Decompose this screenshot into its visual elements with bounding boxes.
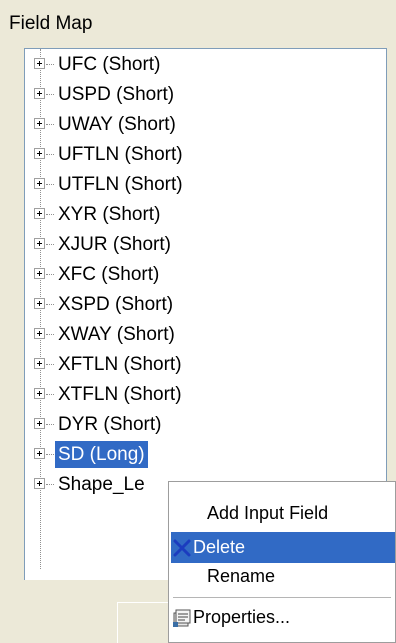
menu-separator <box>173 597 391 598</box>
tree-item-label[interactable]: XJUR (Short) <box>55 231 174 258</box>
menu-item-label: Add Input Field <box>207 503 329 523</box>
tree-item-label[interactable]: UFTLN (Short) <box>55 141 186 168</box>
tree-item-selected[interactable]: SD (Long) <box>25 441 386 471</box>
tree-item[interactable]: XFC (Short) <box>25 261 386 291</box>
menu-item-label: Delete <box>193 537 246 557</box>
tree-connector <box>46 184 54 185</box>
delete-icon <box>173 539 191 557</box>
expand-icon[interactable] <box>34 358 45 369</box>
tree-item-label[interactable]: SD (Long) <box>55 441 148 468</box>
expand-icon[interactable] <box>34 88 45 99</box>
tree-connector <box>46 154 54 155</box>
expand-icon[interactable] <box>34 268 45 279</box>
menu-item-rename[interactable]: Rename <box>171 561 395 592</box>
tree-item-label[interactable]: UTFLN (Short) <box>55 171 186 198</box>
tree-item-label[interactable]: DYR (Short) <box>55 411 164 438</box>
expand-icon[interactable] <box>34 58 45 69</box>
tree-item-label[interactable]: XFC (Short) <box>55 261 162 288</box>
expand-icon[interactable] <box>34 298 45 309</box>
tree-item[interactable]: XWAY (Short) <box>25 321 386 351</box>
tree-connector <box>46 274 54 275</box>
tree-connector <box>46 64 54 65</box>
menu-item-properties[interactable]: Properties... <box>171 602 395 633</box>
menu-item-label: Properties... <box>193 607 291 627</box>
properties-icon <box>173 609 191 627</box>
tree-item[interactable]: XTFLN (Short) <box>25 381 386 411</box>
tree-item[interactable]: UTFLN (Short) <box>25 171 386 201</box>
expand-icon[interactable] <box>34 478 45 489</box>
tree-item-label[interactable]: XSPD (Short) <box>55 291 176 318</box>
tree-connector <box>46 454 54 455</box>
expand-icon[interactable] <box>34 118 45 129</box>
tree-connector <box>46 244 54 245</box>
tree-connector <box>46 94 54 95</box>
tree-connector <box>46 484 54 485</box>
field-map-label: Field Map <box>9 13 93 34</box>
expand-icon[interactable] <box>34 328 45 339</box>
context-menu: Add Input Field Delete Rename Properties… <box>168 481 396 643</box>
tree-connector <box>46 214 54 215</box>
menu-item-delete[interactable]: Delete <box>171 532 395 563</box>
tree-item[interactable]: UWAY (Short) <box>25 111 386 141</box>
tree-item[interactable]: UFC (Short) <box>25 51 386 81</box>
tree-connector <box>46 424 54 425</box>
tree-item-label[interactable]: UFC (Short) <box>55 51 163 78</box>
expand-icon[interactable] <box>34 208 45 219</box>
expand-icon[interactable] <box>34 418 45 429</box>
expand-icon[interactable] <box>34 448 45 459</box>
tree-connector <box>46 124 54 125</box>
tree-item-label[interactable]: USPD (Short) <box>55 81 177 108</box>
expand-icon[interactable] <box>34 178 45 189</box>
expand-icon[interactable] <box>34 388 45 399</box>
field-map-panel: Field Map UFC (Short) USPD (Short) UWAY … <box>0 0 396 643</box>
tree-item-label[interactable]: XFTLN (Short) <box>55 351 185 378</box>
menu-item-add-input-field[interactable]: Add Input Field <box>171 498 395 529</box>
tree-item[interactable]: XFTLN (Short) <box>25 351 386 381</box>
tree-item[interactable]: XJUR (Short) <box>25 231 386 261</box>
expand-icon[interactable] <box>34 148 45 159</box>
tree-item-label[interactable]: Shape_Le <box>55 471 148 498</box>
tree-item-label[interactable]: XTFLN (Short) <box>55 381 185 408</box>
tree-item-label[interactable]: XYR (Short) <box>55 201 163 228</box>
tree-item[interactable]: XYR (Short) <box>25 201 386 231</box>
tree-item[interactable]: DYR (Short) <box>25 411 386 441</box>
expand-icon[interactable] <box>34 238 45 249</box>
tree-item-label[interactable]: XWAY (Short) <box>55 321 178 348</box>
tree-item-label[interactable]: UWAY (Short) <box>55 111 179 138</box>
tree-connector <box>46 334 54 335</box>
menu-item-label: Rename <box>207 566 276 586</box>
tree-connector <box>46 304 54 305</box>
tree-connector <box>46 364 54 365</box>
tree-item[interactable]: USPD (Short) <box>25 81 386 111</box>
tree-connector <box>46 394 54 395</box>
tree-item[interactable]: UFTLN (Short) <box>25 141 386 171</box>
tree-item[interactable]: XSPD (Short) <box>25 291 386 321</box>
